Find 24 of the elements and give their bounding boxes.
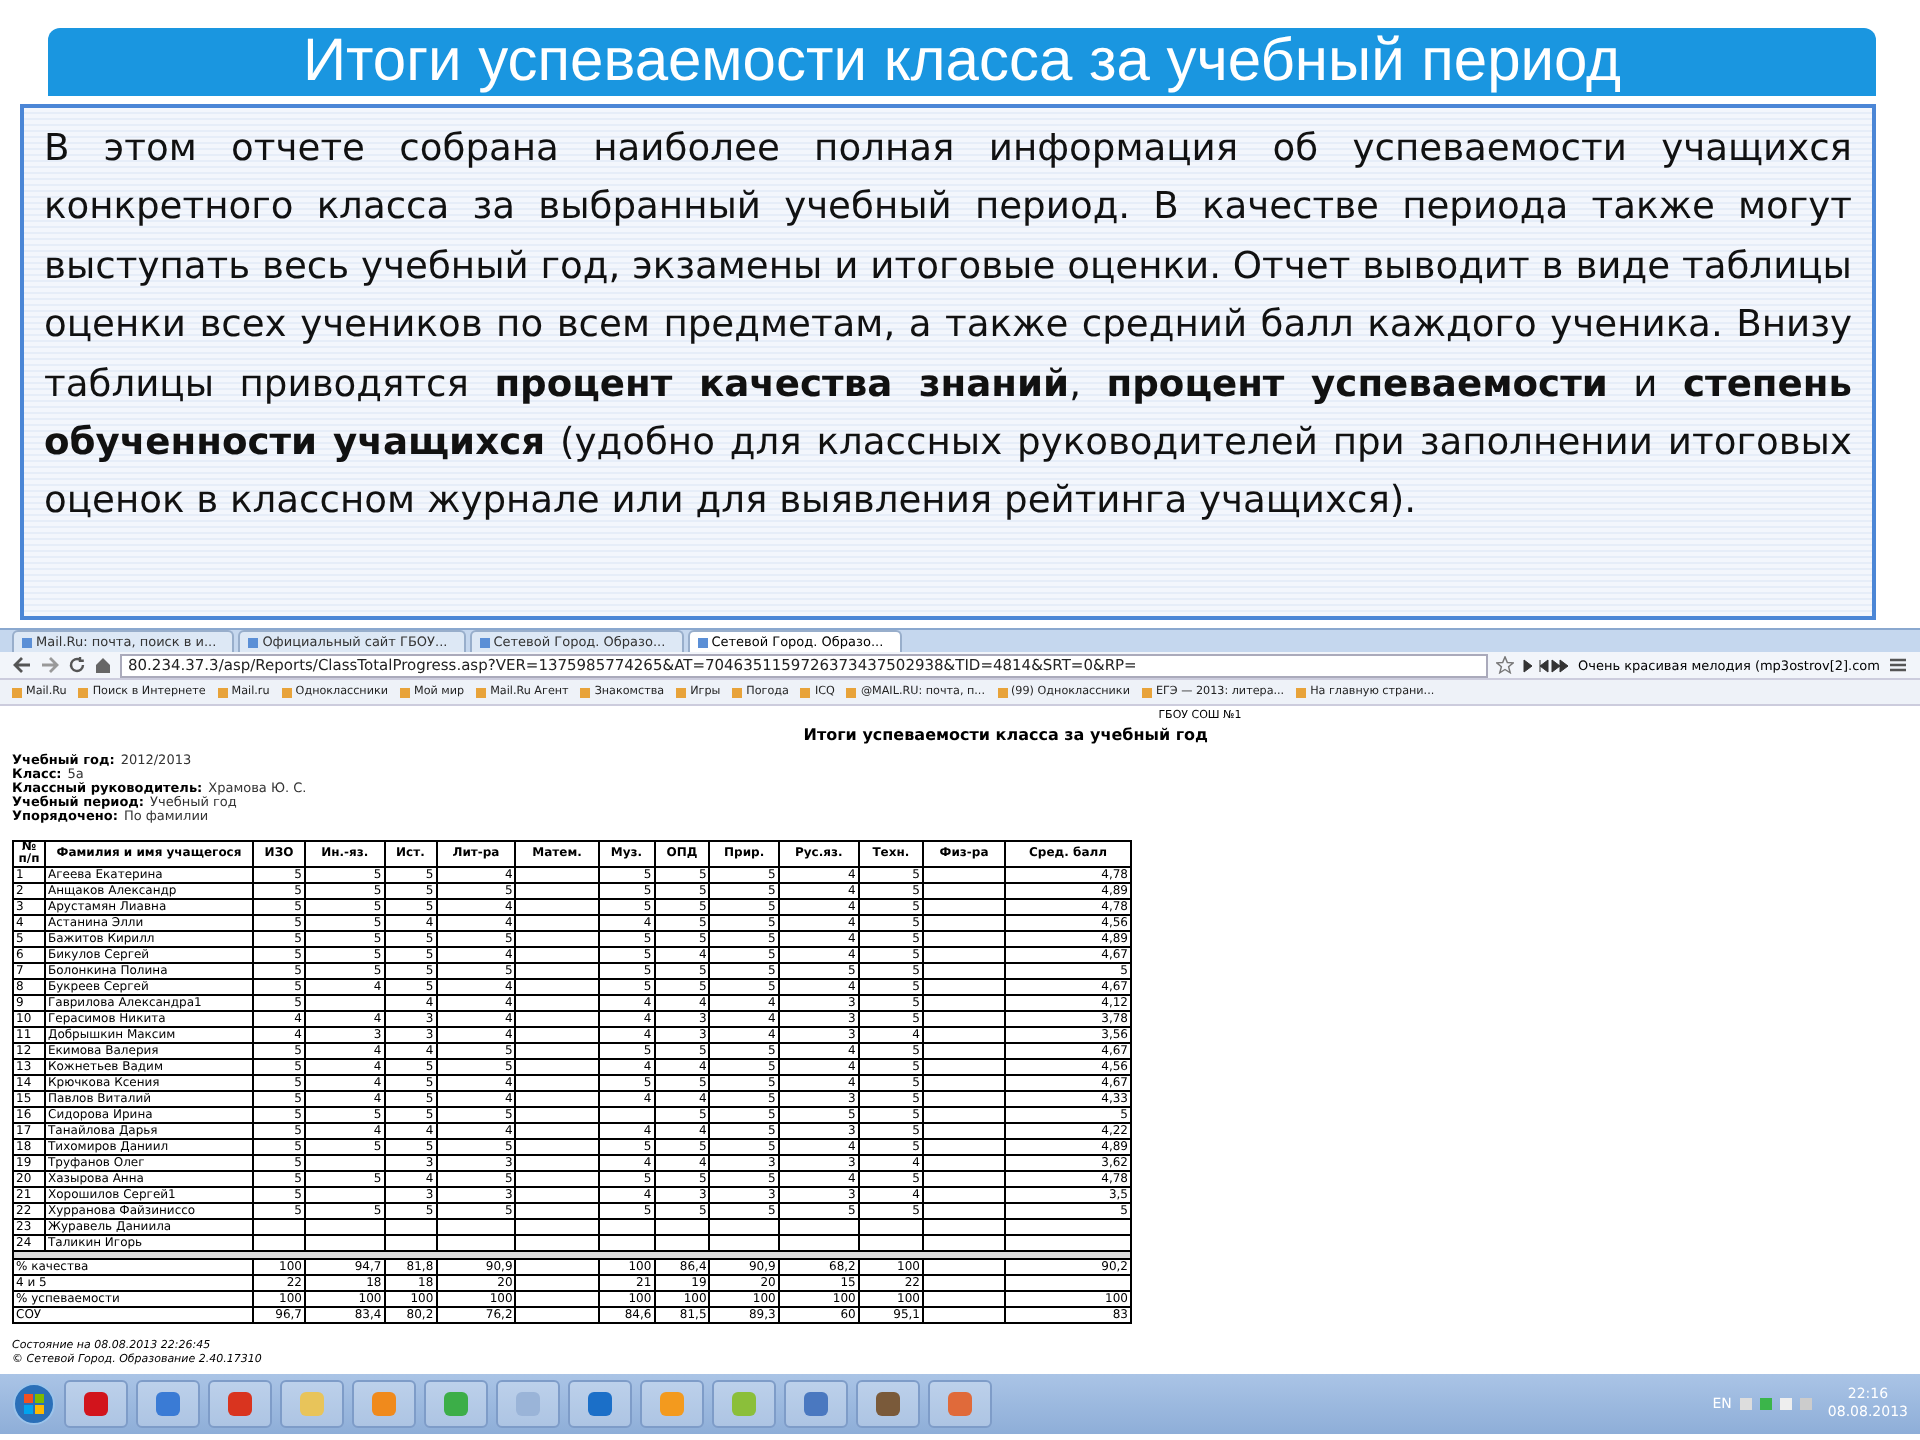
taskbar-app-icon[interactable]	[568, 1380, 632, 1428]
star-icon[interactable]	[1495, 656, 1514, 674]
taskbar-app-icon[interactable]	[280, 1380, 344, 1428]
taskbar-app-icon[interactable]	[640, 1380, 704, 1428]
slide-title: Итоги успеваемости класса за учебный период	[302, 28, 1622, 96]
taskbar-app-icon[interactable]	[496, 1380, 560, 1428]
description-text: В этом отчете собрана наиболее полная информация об успеваемости учащихся конкретного класса за выбранный учебный период. В качестве периода также могут выступать весь учебный год, экзамены и итоговые оценки. Отчет выводит в виде таблицы оценки всех учеников по всем предметам, а также средний балл каждого ученика. Внизу таблицы приводятся процент качества знаний, процент успеваемости и степень обученности учащихся (удобно для классных руководителей при заполнении итоговых оценок в классном журнале или для выявления рейтинга учащихся).	[44, 126, 1852, 527]
menu-icon[interactable]	[1888, 656, 1908, 674]
reload-icon[interactable]	[68, 656, 86, 674]
forward-icon[interactable]	[40, 656, 60, 674]
taskbar-app-icon[interactable]	[928, 1380, 992, 1428]
taskbar-app-icon[interactable]	[136, 1380, 200, 1428]
taskbar-app-icon[interactable]	[208, 1380, 272, 1428]
back-icon[interactable]	[12, 656, 32, 674]
taskbar-app-icon[interactable]	[64, 1380, 128, 1428]
report-title: Итоги успеваемости класса за учебный год	[801, 724, 1208, 748]
start-icon[interactable]	[12, 1382, 56, 1426]
taskbar-app-icon[interactable]	[712, 1380, 776, 1428]
player-controls-icon[interactable]	[1521, 657, 1570, 673]
home-icon[interactable]	[94, 656, 112, 674]
taskbar-app-icon[interactable]	[856, 1380, 920, 1428]
taskbar-app-icon[interactable]	[784, 1380, 848, 1428]
taskbar-app-icon[interactable]	[352, 1380, 416, 1428]
taskbar-app-icon[interactable]	[424, 1380, 488, 1428]
